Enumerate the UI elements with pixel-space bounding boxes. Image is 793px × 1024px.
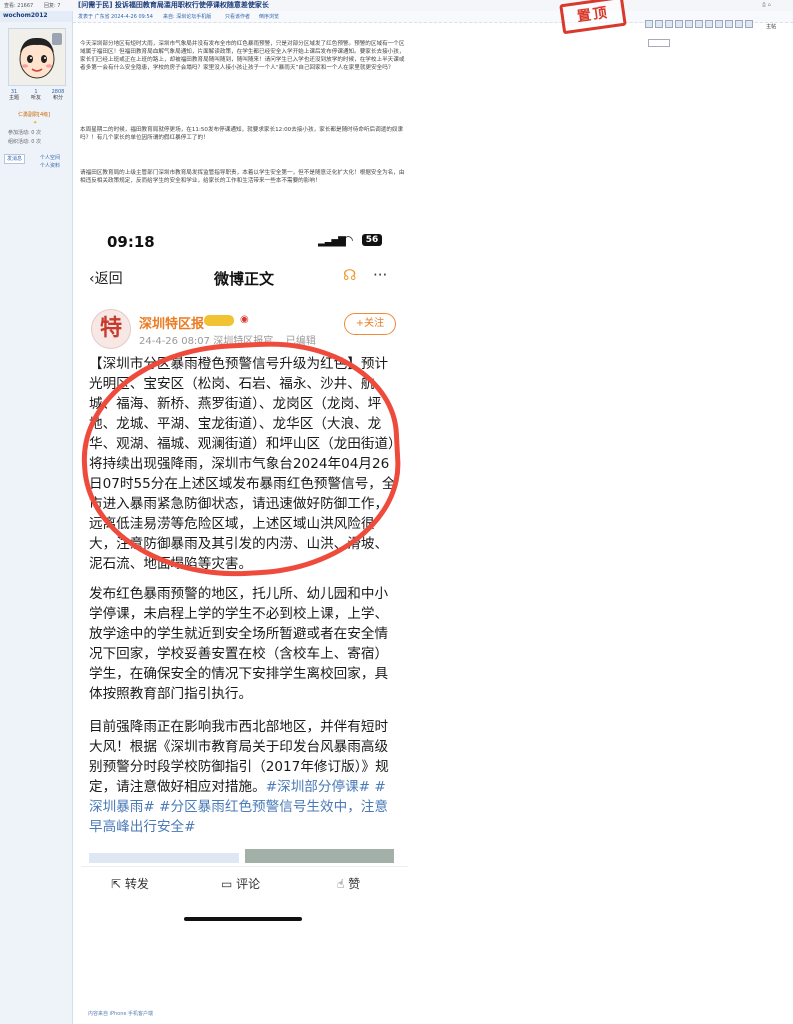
send-message-button[interactable]: 发消息 [4, 154, 26, 164]
thread-title-bar: [问需于民] 投诉福田教育局滥用职权行使停课权随意差使家长 [73, 0, 793, 11]
reverse-order-link[interactable]: 倒序浏览 [259, 14, 279, 20]
username[interactable]: wochom2012 [3, 12, 48, 20]
replies-count: 回复: 7 [44, 3, 61, 9]
thumbnail[interactable] [89, 853, 239, 863]
post-author-location: 发表于 广东省 [78, 14, 110, 20]
profile-link[interactable]: 个人资料 [40, 163, 60, 169]
avatar-cartoon-icon [9, 29, 65, 85]
stat-label: 听友 [30, 95, 41, 101]
toolbar-icon[interactable] [655, 20, 663, 28]
views-count: 查看: 21667 [4, 3, 34, 9]
thread-title[interactable]: [问需于民] 投诉福田教育局滥用职权行使停课权随意差使家长 [78, 1, 269, 9]
user-stats: 31 主题 1 听友 2808 积分 [4, 89, 68, 101]
floor-label: 主帖 [766, 24, 777, 30]
follow-button[interactable]: +关注 [344, 313, 396, 335]
comment-button[interactable]: ▭ 评论 [221, 875, 260, 892]
post-time: 2024-4-26 09:54 [111, 14, 153, 20]
listen-headphones-icon[interactable]: ☊ [343, 266, 356, 284]
post-paragraph-1: 今天深圳部分地区有短时大雨，深圳市气象局并没有发布全市的红色暴雨预警，只是对部分… [80, 41, 405, 71]
user-rank: 仁勇副尉[4级] [18, 112, 51, 118]
rank-star-icon: ✦ [33, 120, 38, 126]
phone-status-time: 09:18 [107, 233, 155, 251]
like-button[interactable]: ☝ 赞 [337, 875, 360, 892]
image-thumbnails [89, 849, 394, 863]
vip-badge-icon [204, 315, 234, 326]
page-title: 微博正文 [214, 270, 275, 288]
comment-label: 评论 [236, 877, 261, 891]
avatar[interactable] [8, 28, 66, 86]
only-author-link[interactable]: 只看该作者 [225, 14, 250, 20]
client-footer-link[interactable]: 内容来自 iPhone 手机客户端 [88, 1010, 153, 1017]
thumbnail[interactable] [245, 849, 394, 863]
wifi-icon: ◠ [343, 233, 354, 247]
thumbs-up-icon: ☝ [337, 877, 349, 891]
repost-button[interactable]: ⇱ 转发 [111, 875, 149, 892]
comment-icon: ▭ [221, 877, 237, 891]
weibo-paragraph-2: 发布红色暴雨预警的地区，托儿所、幼儿园和中小学停课，未启程上学的学生不必到校上课… [89, 586, 389, 702]
battery-icon: 56 [362, 234, 382, 246]
post-paragraph-3: 请福田区教育局的上级主管部门深圳市教育局发挥监管指导职责，本着以学生安全第一，但… [80, 170, 405, 184]
repost-icon: ⇱ [111, 877, 125, 891]
post-toolbar: 主帖 [645, 13, 793, 51]
back-button[interactable]: ‹返回 [89, 268, 123, 288]
account-name[interactable]: 深圳特区报 [139, 313, 204, 332]
toolbar-icon[interactable] [735, 20, 743, 28]
like-label: 赞 [348, 877, 361, 891]
sticky-stamp: 置顶 [559, 0, 627, 35]
weibo-action-bar: ⇱ 转发 ▭ 评论 ☝ 赞 [81, 866, 408, 899]
personal-space-link[interactable]: 个人空间 [40, 155, 60, 161]
print-icon[interactable]: ⎙ ⌂ [762, 2, 771, 8]
user-activity-joined: 参加活动: 0 次 [8, 130, 42, 136]
floor-jump-input[interactable] [648, 39, 670, 47]
signal-icon: ▂▃▅▇ [318, 236, 346, 247]
repost-label: 转发 [124, 877, 149, 891]
weibo-paragraph-3: 目前强降雨正在影响我市西北部地区，并伴有短时大风！根据《深圳市教育局关于印发台风… [89, 717, 399, 837]
toolbar-icon[interactable] [725, 20, 733, 28]
stat-label: 积分 [52, 95, 63, 101]
more-icon[interactable]: ··· [373, 266, 387, 284]
account-avatar[interactable]: 特 [91, 309, 131, 349]
verified-badge-icon: ◉ [240, 314, 249, 325]
toolbar-icon[interactable] [645, 20, 653, 28]
toolbar-icon[interactable] [745, 20, 753, 28]
toolbar-icon[interactable] [685, 20, 693, 28]
toolbar-icon[interactable] [705, 20, 713, 28]
toolbar-icon[interactable] [675, 20, 683, 28]
toolbar-icon[interactable] [665, 20, 673, 28]
toolbar-icon[interactable] [695, 20, 703, 28]
back-label: 返回 [94, 271, 123, 287]
toolbar-icon[interactable] [715, 20, 723, 28]
stat-label: 主题 [8, 95, 19, 101]
user-activity-organized: 组织活动: 0 次 [8, 139, 42, 145]
post-source[interactable]: 来自: 深圳论坛手机版 [163, 14, 211, 20]
home-indicator [184, 917, 302, 921]
post-paragraph-2: 本周星期二的时候，福田教育局就停更场，在11:50发布停课通知，就要求家长12:… [80, 127, 404, 141]
